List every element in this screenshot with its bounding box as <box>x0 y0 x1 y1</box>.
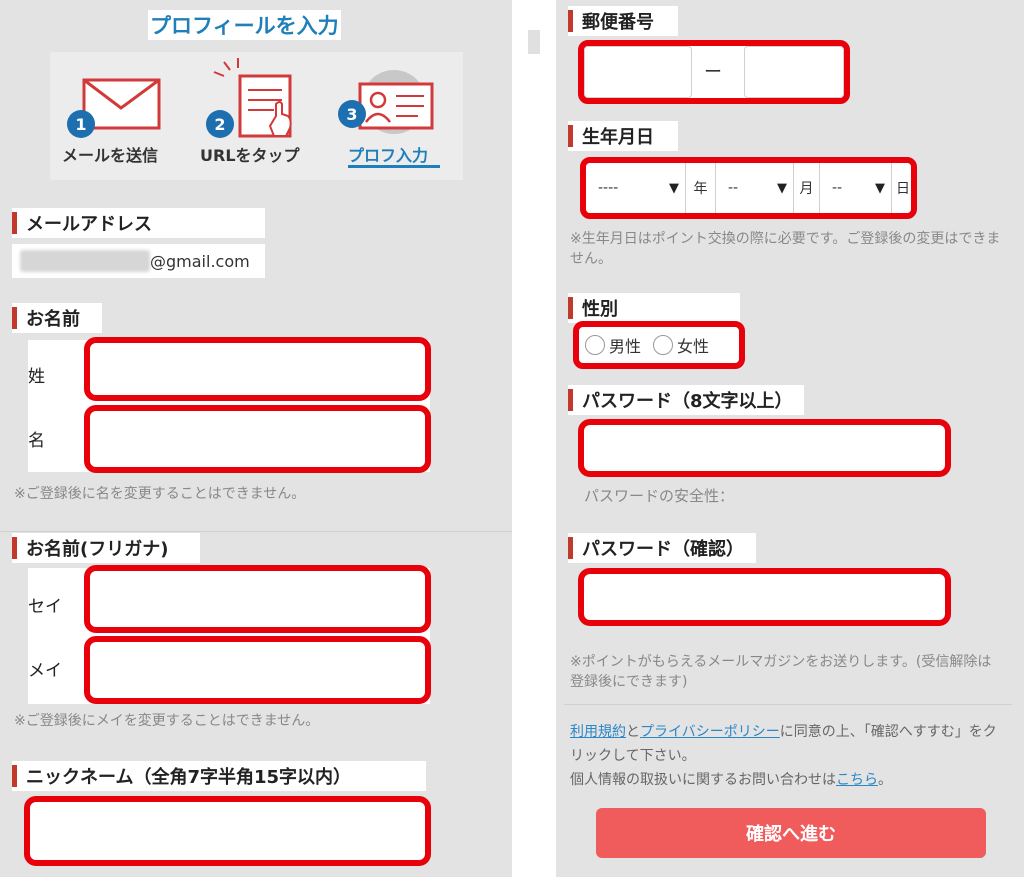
birth-year-select[interactable]: ---- ▼ <box>586 163 686 213</box>
steps-indicator: 1 メールを送信 2 URLをタップ 3 プロフ入力 <box>50 52 463 180</box>
email-display: @gmail.com <box>12 244 265 278</box>
step-2-number: 2 <box>214 115 225 134</box>
mei-label: メイ <box>28 661 62 681</box>
active-step-underline <box>348 165 440 168</box>
password-confirm-input[interactable] <box>578 568 951 626</box>
left-panel: プロフィールを入力 1 メールを送信 2 URLをタップ 3 プロフ入力 メール… <box>0 0 512 877</box>
birthday-note: ※生年月日はポイント交換の際に必要です。ご登録後の変更はできません。 <box>570 231 1001 267</box>
male-radio[interactable] <box>585 335 605 355</box>
day-caret-icon: ▼ <box>875 180 885 196</box>
contact-link[interactable]: こちら <box>836 772 878 788</box>
password-confirm-section-label: パスワード（確認） <box>568 533 756 563</box>
terms-text: 利用規約とプライバシーポリシーに同意の上、「確認へすすむ」をクリックして下さい。… <box>570 724 997 788</box>
birthday-section-label: 生年月日 <box>568 121 678 151</box>
tap-document-icon: 2 <box>206 58 292 138</box>
step-1-number: 1 <box>75 115 86 134</box>
postal-section-label: 郵便番号 <box>568 6 678 36</box>
right-panel: 郵便番号 ー 生年月日 ---- ▼ 年 -- ▼ 月 -- ▼ 日 ※生年月日はポイ… <box>556 0 1024 877</box>
postal-code-second-input[interactable] <box>744 46 844 98</box>
mei-input[interactable] <box>84 636 431 704</box>
year-unit: 年 <box>686 163 716 213</box>
password-input[interactable] <box>578 419 951 477</box>
postal-code-first-input[interactable] <box>584 46 692 98</box>
birth-month-select[interactable]: -- ▼ <box>716 163 794 213</box>
first-name-label: 名 <box>28 431 45 451</box>
month-unit: 月 <box>794 163 820 213</box>
nickname-section-label: ニックネーム（全角7字半角15字以内） <box>12 761 426 791</box>
step-2-label: URLをタップ <box>200 146 300 165</box>
confirm-button[interactable]: 確認へ進む <box>596 808 986 858</box>
year-caret-icon: ▼ <box>669 180 679 196</box>
name-section-label: お名前 <box>12 303 102 333</box>
step-3-label: プロフ入力 <box>348 146 429 165</box>
day-unit: 日 <box>892 163 911 213</box>
terms-link[interactable]: 利用規約 <box>570 724 626 740</box>
female-label: 女性 <box>677 337 710 356</box>
section-divider <box>0 531 512 532</box>
female-radio[interactable] <box>653 335 674 355</box>
postal-separator: ー <box>704 62 722 83</box>
profile-card-icon: 3 <box>338 70 434 134</box>
privacy-policy-link[interactable]: プライバシーポリシー <box>640 724 780 740</box>
birth-day-select[interactable]: -- ▼ <box>820 163 892 213</box>
last-name-input[interactable] <box>84 337 431 401</box>
furigana-section-label: お名前(フリガナ) <box>12 533 200 563</box>
envelope-icon: 1 <box>67 78 161 138</box>
email-username-masked <box>20 250 150 272</box>
male-label: 男性 <box>609 337 642 356</box>
nickname-input[interactable] <box>24 796 431 866</box>
step-3-number: 3 <box>346 105 357 124</box>
terms-divider <box>564 704 1012 705</box>
birthday-group: ---- ▼ 年 -- ▼ 月 -- ▼ 日 <box>580 157 917 219</box>
sei-label: セイ <box>28 597 62 617</box>
gender-section-label: 性別 <box>568 293 740 323</box>
magazine-note: ※ポイントがもらえるメールマガジンをお送りします。(受信解除は登録後にできます) <box>570 654 992 690</box>
furigana-note: ※ご登録後にメイを変更することはできません。 <box>14 713 320 729</box>
gender-group: 男性 女性 <box>573 321 745 369</box>
email-domain: @gmail.com <box>150 252 250 271</box>
postal-code-group: ー <box>578 40 850 104</box>
email-section-label: メールアドレス <box>12 208 265 238</box>
name-note: ※ご登録後に名を変更することはできません。 <box>14 486 306 502</box>
month-caret-icon: ▼ <box>777 180 787 196</box>
last-name-label: 姓 <box>28 367 45 387</box>
sei-input[interactable] <box>84 565 431 633</box>
page-title: プロフィールを入力 <box>148 10 341 40</box>
password-section-label: パスワード（8文字以上） <box>568 385 804 415</box>
step-1-label: メールを送信 <box>62 146 159 165</box>
scroll-indicator <box>528 30 540 54</box>
password-strength-label: パスワードの安全性： <box>584 487 735 505</box>
first-name-input[interactable] <box>84 405 431 473</box>
